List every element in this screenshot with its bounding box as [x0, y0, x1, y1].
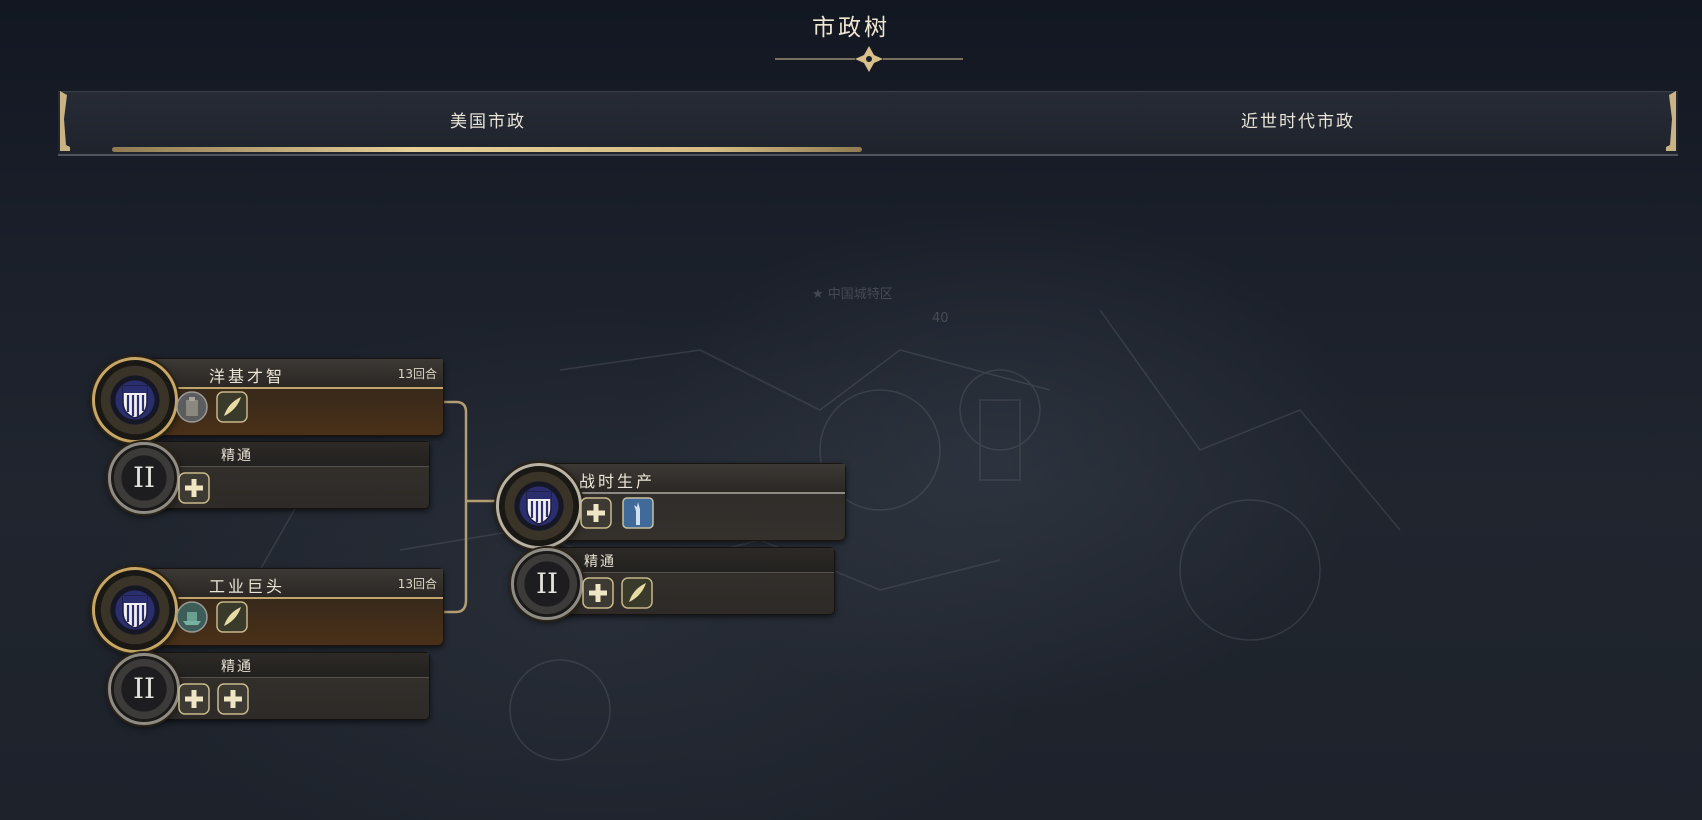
- civic-name: 洋基才智: [209, 367, 286, 386]
- mastery-name: 精通: [221, 448, 253, 464]
- civic-turns: 13回合: [397, 367, 437, 381]
- building-icon[interactable]: [176, 391, 208, 423]
- roman-numeral-two-icon[interactable]: II: [511, 548, 583, 620]
- map-label: ★ 中国城特区: [812, 287, 893, 302]
- shield-emblem-icon[interactable]: [92, 357, 178, 443]
- page-title: 市政树: [812, 15, 890, 41]
- svg-text:II: II: [133, 461, 155, 494]
- statue-of-liberty-icon[interactable]: [622, 497, 654, 529]
- roman-numeral-two-icon[interactable]: II: [108, 653, 180, 725]
- svg-text:II: II: [536, 567, 558, 600]
- civic-name: 工业巨头: [209, 577, 286, 596]
- quill-icon[interactable]: [216, 391, 248, 423]
- active-tab-indicator: [112, 147, 862, 152]
- tab-american-civics[interactable]: 美国市政: [58, 92, 918, 152]
- quill-icon[interactable]: [216, 601, 248, 633]
- mastery-name: 精通: [221, 659, 253, 675]
- tab-bar-right-bracket-icon: [1666, 91, 1676, 151]
- quill-icon[interactable]: [621, 577, 653, 609]
- tab-early-modern-civics[interactable]: 近世时代市政: [918, 92, 1678, 152]
- shield-emblem-icon[interactable]: [496, 463, 582, 549]
- plus-icon[interactable]: [582, 577, 614, 609]
- plus-icon[interactable]: [217, 683, 249, 715]
- plus-icon[interactable]: [178, 683, 210, 715]
- wonder-icon[interactable]: [176, 601, 208, 633]
- mastery-name: 精通: [584, 554, 616, 570]
- roman-numeral-two-icon[interactable]: II: [108, 442, 180, 514]
- map-value: 40: [932, 311, 949, 326]
- plus-icon[interactable]: [580, 497, 612, 529]
- tab-bar-left-bracket-icon: [60, 91, 70, 151]
- civic-name: 战时生产: [579, 472, 656, 491]
- plus-icon[interactable]: [178, 472, 210, 504]
- svg-text:II: II: [133, 672, 155, 705]
- civic-turns: 13回合: [397, 577, 437, 591]
- title-ornament-icon: [775, 46, 963, 72]
- shield-emblem-icon[interactable]: [92, 567, 178, 653]
